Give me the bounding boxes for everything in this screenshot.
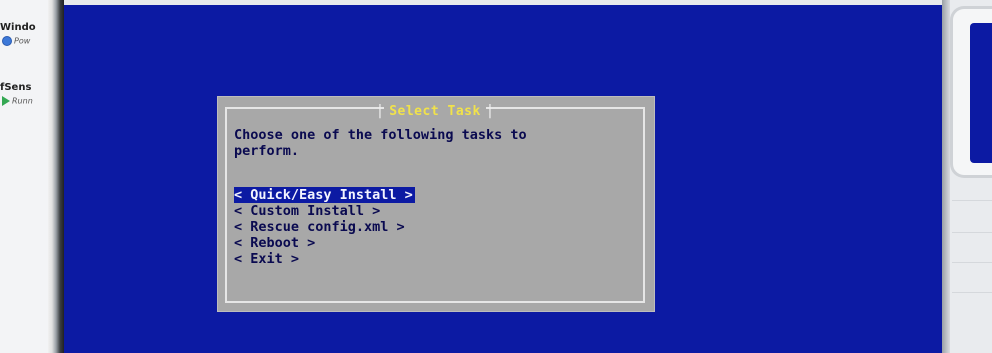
host-right-chrome	[942, 0, 992, 353]
task-menu: < Quick/Easy Install > < Custom Install …	[234, 187, 415, 267]
dialog-title: Select Task	[384, 104, 486, 119]
power-icon	[2, 36, 12, 46]
console-frame-right	[942, 0, 950, 353]
title-divider: |	[485, 103, 495, 119]
title-divider: |	[375, 103, 385, 119]
divider	[952, 232, 992, 233]
vm-preview-screen	[970, 23, 992, 163]
vm-preview-thumbnail[interactable]	[950, 6, 992, 178]
divider	[952, 292, 992, 293]
menu-option-quick-easy-install[interactable]: < Quick/Easy Install >	[234, 187, 415, 203]
menu-option-reboot[interactable]: < Reboot >	[234, 235, 415, 251]
menu-option-rescue-config[interactable]: < Rescue config.xml >	[234, 219, 415, 235]
console-frame-left	[48, 0, 64, 353]
menu-option-custom-install[interactable]: < Custom Install >	[234, 203, 415, 219]
vm-state-text: Pow	[14, 36, 31, 46]
dialog-title-bar: | Select Task |	[227, 100, 643, 119]
select-task-dialog: | Select Task | Choose one of the followin…	[218, 97, 654, 311]
divider	[952, 200, 992, 201]
vm-state-text: Runn	[12, 96, 33, 106]
menu-option-exit[interactable]: < Exit >	[234, 251, 415, 267]
dialog-prompt: Choose one of the following tasks to per…	[234, 127, 527, 159]
divider	[952, 262, 992, 263]
running-play-icon	[2, 96, 10, 106]
